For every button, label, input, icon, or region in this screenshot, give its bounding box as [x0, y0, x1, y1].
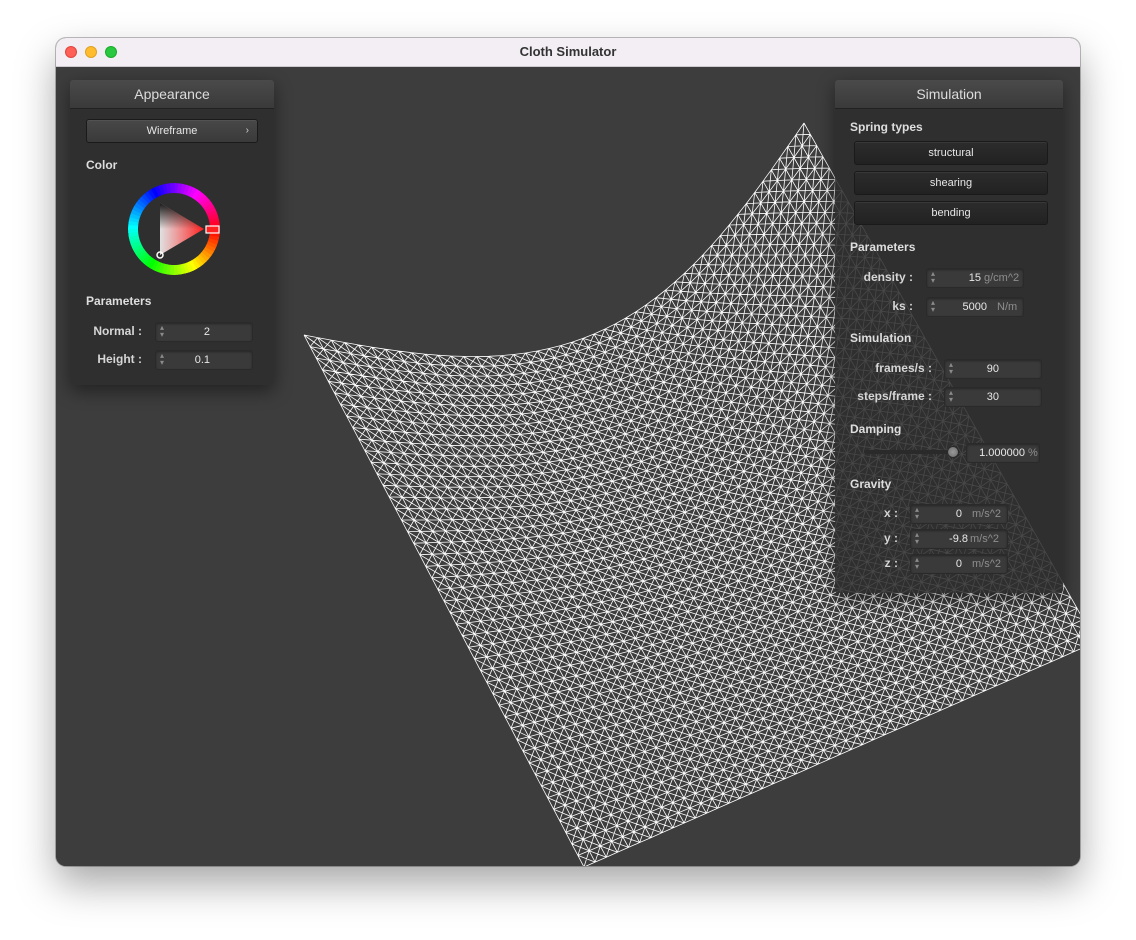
steps-per-frame-input[interactable]: ▴ ▾ 30: [944, 387, 1042, 407]
appearance-panel-header[interactable]: Appearance: [70, 80, 274, 109]
chevron-right-icon: ›: [245, 125, 249, 136]
gravity-section-label: Gravity: [850, 477, 892, 491]
spring-types-label: Spring types: [850, 120, 923, 134]
normal-label: Normal :: [93, 324, 142, 338]
shader-dropdown[interactable]: Wireframe ›: [86, 119, 258, 143]
ks-input[interactable]: ▴ ▾ 5000 N/m: [926, 297, 1024, 317]
frames-per-second-input[interactable]: ▴ ▾ 90: [944, 359, 1042, 379]
simulation-viewport[interactable]: Appearance Wireframe › Color Parameters …: [56, 67, 1080, 866]
simulation-parameters-label: Parameters: [850, 240, 916, 254]
spinner-arrows-icon[interactable]: ▴ ▾: [160, 324, 164, 339]
spinner-arrows-icon[interactable]: ▴ ▾: [915, 556, 919, 571]
app-window: Cloth Simulator Appearance Wireframe › C…: [56, 38, 1080, 866]
spinner-arrows-icon[interactable]: ▴ ▾: [915, 506, 919, 521]
titlebar[interactable]: Cloth Simulator: [56, 38, 1080, 67]
structural-spring-toggle[interactable]: structural: [854, 141, 1048, 165]
simulation-section-label: Simulation: [850, 331, 912, 345]
spinner-arrows-icon[interactable]: ▴ ▾: [915, 531, 919, 546]
appearance-parameters-label: Parameters: [86, 294, 152, 308]
ks-label: ks :: [892, 299, 913, 313]
steps-per-frame-label: steps/frame :: [857, 389, 932, 403]
spinner-arrows-icon[interactable]: ▴ ▾: [931, 270, 935, 285]
height-input[interactable]: ▴ ▾ 0.1: [155, 350, 253, 370]
simulation-panel: Simulation Spring types structural shear…: [835, 80, 1063, 593]
window-title: Cloth Simulator: [519, 44, 617, 59]
height-label: Height :: [97, 352, 142, 366]
spinner-arrows-icon[interactable]: ▴ ▾: [160, 352, 164, 367]
shearing-spring-toggle[interactable]: shearing: [854, 171, 1048, 195]
spinner-arrows-icon[interactable]: ▴ ▾: [949, 361, 953, 376]
density-label: density :: [863, 270, 913, 284]
appearance-panel: Appearance Wireframe › Color Parameters …: [70, 80, 274, 385]
hue-ring-handle: [205, 225, 220, 234]
density-input[interactable]: ▴ ▾ 15 g/cm^2: [926, 268, 1024, 288]
spinner-arrows-icon[interactable]: ▴ ▾: [949, 389, 953, 404]
gravity-y-label: y :: [883, 531, 898, 545]
spinner-arrows-icon[interactable]: ▴ ▾: [931, 299, 935, 314]
bending-spring-toggle[interactable]: bending: [854, 201, 1048, 225]
damping-slider[interactable]: [864, 450, 952, 454]
gravity-z-input[interactable]: ▴ ▾ 0 m/s^2: [910, 554, 1008, 574]
normal-input[interactable]: ▴ ▾ 2: [155, 322, 253, 342]
color-wheel[interactable]: [128, 183, 220, 275]
frames-per-second-label: frames/s :: [875, 361, 932, 375]
gravity-y-input[interactable]: ▴ ▾ -9.8 m/s^2: [910, 529, 1008, 549]
color-section-label: Color: [86, 158, 118, 172]
shader-dropdown-label: Wireframe: [146, 125, 198, 137]
gravity-x-label: x :: [883, 506, 898, 520]
damping-input[interactable]: 1.000000 %: [966, 443, 1040, 463]
simulation-panel-header[interactable]: Simulation: [835, 80, 1063, 109]
gravity-x-input[interactable]: ▴ ▾ 0 m/s^2: [910, 504, 1008, 524]
damping-section-label: Damping: [850, 422, 902, 436]
gravity-z-label: z :: [884, 556, 898, 570]
damping-slider-handle[interactable]: [947, 446, 959, 458]
